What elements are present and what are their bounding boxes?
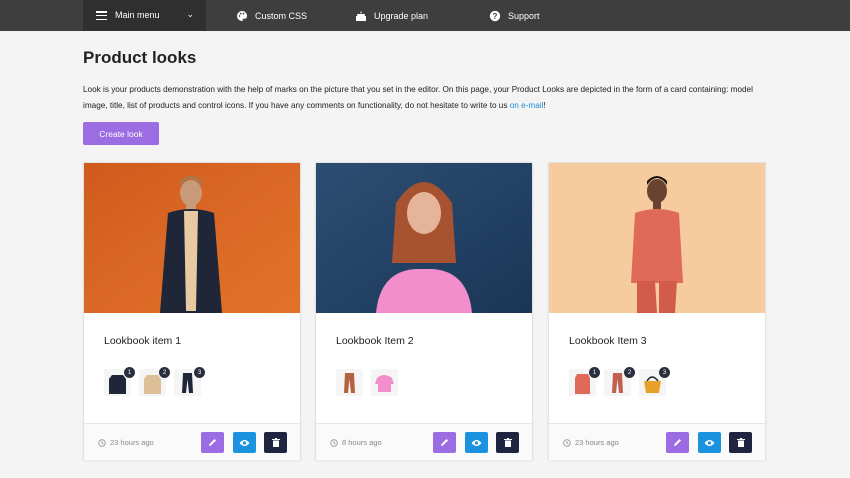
nav-item-upgrade-plan[interactable]: Upgrade plan [355, 0, 428, 31]
timestamp: 8 hours ago [330, 438, 382, 447]
product-thumbnail[interactable]: 3 [174, 367, 205, 396]
product-number: 2 [624, 367, 635, 378]
preview-button[interactable] [465, 432, 488, 453]
card-footer: 23 hours ago [84, 423, 300, 460]
trash-icon [736, 438, 745, 447]
intro-paragraph: Look is your products demonstration with… [83, 82, 763, 113]
product-number: 1 [124, 367, 135, 378]
delete-button[interactable] [729, 432, 752, 453]
clock-icon [330, 438, 338, 447]
timestamp: 23 hours ago [98, 438, 154, 447]
product-thumbnail[interactable]: 2 [604, 367, 635, 396]
email-link[interactable]: on e-mail [510, 101, 544, 110]
hamburger-icon [96, 11, 107, 21]
card-title: Lookbook Item 3 [569, 335, 647, 347]
look-card: Lookbook Item 3 1 2 3 23 hours ago [548, 162, 766, 460]
timestamp-text: 23 hours ago [110, 438, 154, 447]
nav-item-custom-css[interactable]: Custom CSS [236, 0, 307, 31]
timestamp-text: 8 hours ago [342, 438, 382, 447]
product-list [336, 369, 406, 396]
palette-icon [237, 10, 248, 21]
product-number: 3 [194, 367, 205, 378]
product-thumbnail[interactable] [371, 369, 398, 396]
preview-button[interactable] [698, 432, 721, 453]
edit-button[interactable] [666, 432, 689, 453]
model-image[interactable] [549, 163, 765, 313]
svg-text:?: ? [493, 12, 498, 21]
create-look-button[interactable]: Create look [83, 122, 159, 145]
page-title: Product looks [83, 48, 197, 67]
chevron-down-icon: ⌄ [186, 9, 194, 19]
pencil-icon [441, 439, 448, 446]
delete-button[interactable] [264, 432, 287, 453]
trash-icon [503, 438, 512, 447]
model-image[interactable] [84, 163, 300, 313]
nav-item-support[interactable]: ? Support [489, 0, 540, 31]
trash-icon [271, 438, 280, 447]
model-image[interactable] [316, 163, 532, 313]
look-card: Lookbook item 1 1 2 3 23 hours ago [83, 162, 301, 460]
timestamp-text: 23 hours ago [575, 438, 619, 447]
nav-item-label: Upgrade plan [374, 10, 429, 21]
look-card: Lookbook Item 2 8 hours ago [315, 162, 533, 460]
product-thumbnail[interactable] [336, 369, 363, 396]
product-number: 3 [659, 367, 670, 378]
product-number: 1 [589, 367, 600, 378]
top-navigation: Main menu ⌄ Custom CSS Upgrade plan ? Su… [0, 0, 850, 31]
delete-button[interactable] [496, 432, 519, 453]
product-thumbnail[interactable]: 3 [639, 367, 670, 396]
intro-text: Look is your products demonstration with… [83, 85, 753, 110]
product-thumbnail[interactable]: 1 [569, 367, 600, 396]
edit-button[interactable] [201, 432, 224, 453]
card-footer: 8 hours ago [316, 423, 532, 460]
intro-end: ! [543, 100, 546, 110]
card-footer: 23 hours ago [549, 423, 765, 460]
clock-icon [98, 438, 106, 447]
preview-button[interactable] [233, 432, 256, 453]
main-menu-button[interactable]: Main menu ⌄ [83, 0, 206, 31]
timestamp: 23 hours ago [563, 438, 619, 447]
main-menu-label: Main menu [115, 10, 160, 20]
card-title: Lookbook Item 2 [336, 335, 414, 347]
product-number: 2 [159, 367, 170, 378]
nav-item-label: Custom CSS [255, 10, 308, 21]
pencil-icon [674, 439, 681, 446]
eye-icon [704, 439, 715, 446]
card-title: Lookbook item 1 [104, 335, 182, 347]
nav-item-label: Support [508, 10, 540, 21]
product-list: 1 2 3 [104, 367, 209, 396]
pencil-icon [209, 439, 216, 446]
cake-icon [356, 11, 366, 21]
eye-icon [239, 439, 250, 446]
help-icon: ? [489, 10, 501, 21]
product-thumbnail[interactable]: 1 [104, 367, 135, 396]
product-list: 1 2 3 [569, 367, 674, 396]
edit-button[interactable] [433, 432, 456, 453]
clock-icon [563, 438, 571, 447]
product-thumbnail[interactable]: 2 [139, 367, 170, 396]
eye-icon [471, 439, 482, 446]
